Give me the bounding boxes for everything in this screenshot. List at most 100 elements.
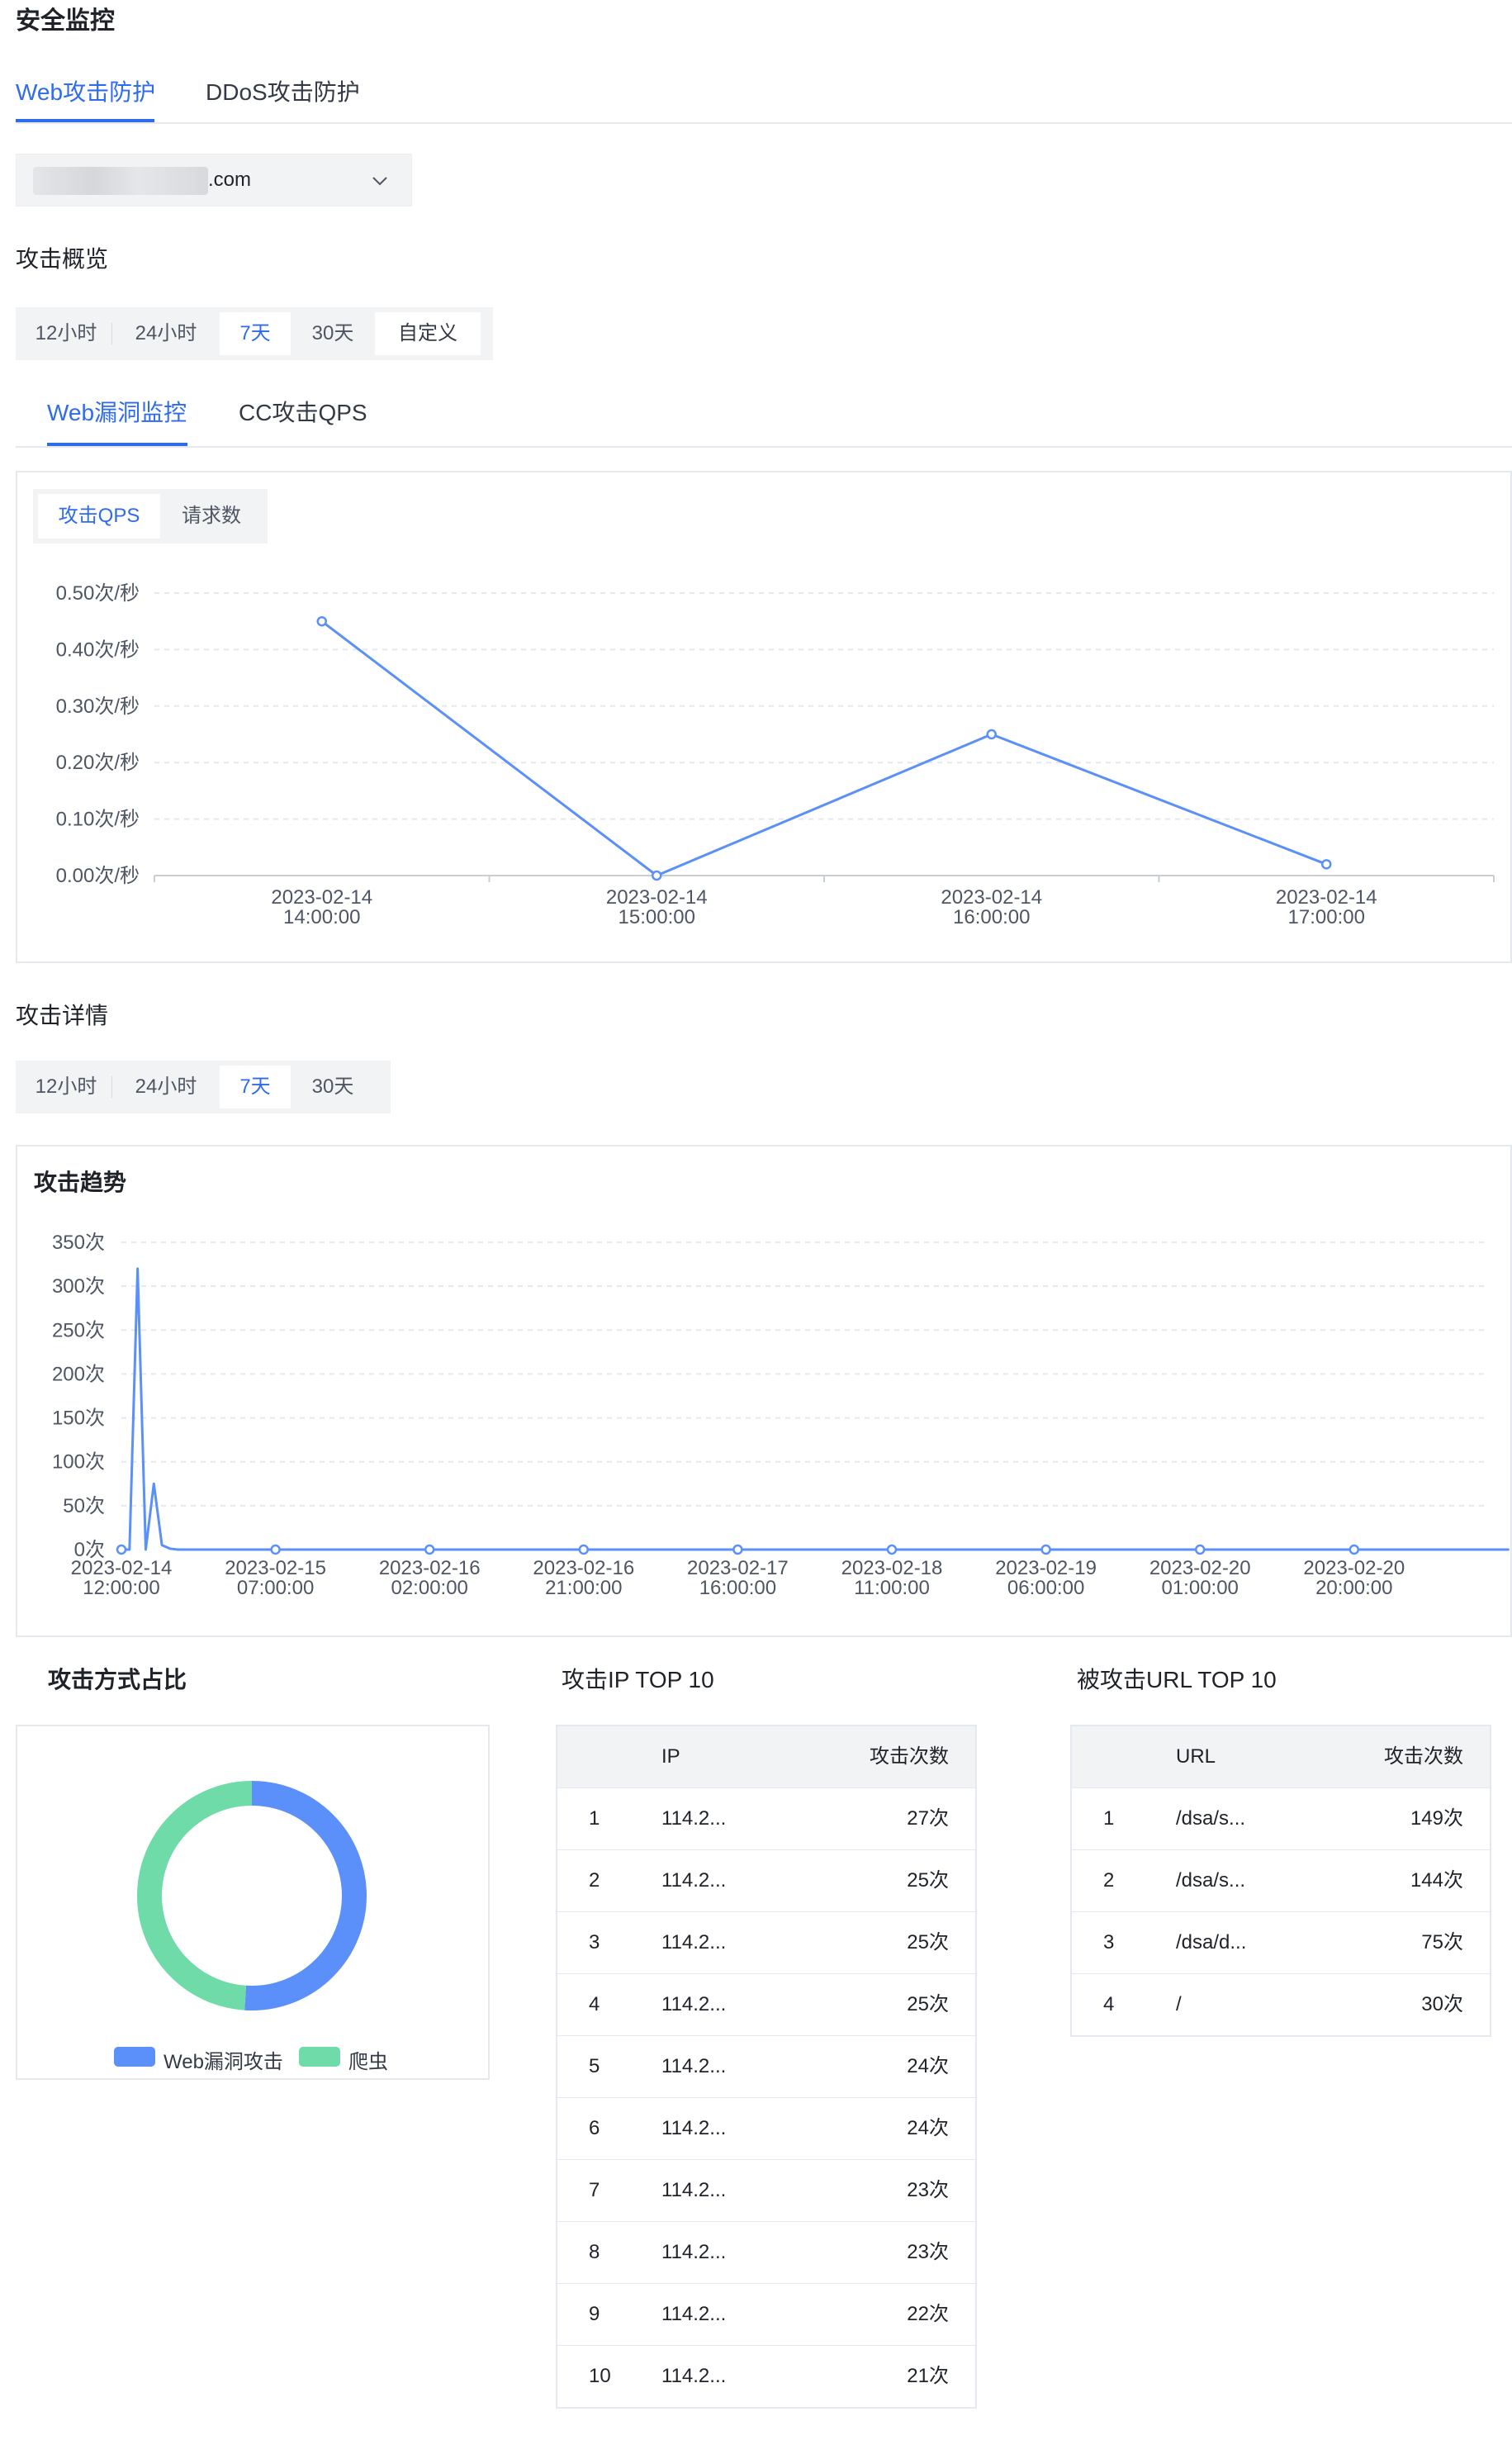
y-tick-label: 0.50次/秒 (56, 582, 140, 605)
data-point (1040, 1544, 1051, 1555)
metric-request-count[interactable]: 请求数 (160, 494, 263, 539)
range-custom[interactable]: 自定义 (375, 312, 481, 355)
y-tick-label: 0.00次/秒 (56, 865, 140, 887)
rank-cell: 7 (589, 2179, 600, 2201)
trend-series-line (121, 1267, 1510, 1551)
x-tick-label: 02:00:00 (391, 1577, 467, 1599)
count-cell: 149次 (1410, 1807, 1463, 1830)
rank-cell: 3 (1103, 1931, 1115, 1953)
range-30d[interactable]: 30天 (291, 1066, 375, 1108)
x-tick-label: 2023-02-14 (71, 1557, 173, 1579)
value-cell: 114.2... (661, 2241, 727, 2263)
count-cell: 144次 (1410, 1869, 1463, 1892)
count-cell: 75次 (1421, 1931, 1463, 1953)
table-row[interactable]: 7 114.2... 23次 (557, 2160, 975, 2222)
url-table: URL 攻击次数 1/dsa/s... 149次 2/dsa/s... 144次 3/d… (1070, 1725, 1491, 2037)
data-point (316, 615, 327, 627)
table-row[interactable]: 8 114.2... 23次 (557, 2222, 975, 2284)
value-cell: 114.2... (661, 1869, 727, 1892)
x-tick-label: 2023-02-14 (271, 886, 372, 909)
range-24h[interactable]: 24小时 (112, 312, 220, 355)
data-point (652, 870, 662, 881)
count-cell: 23次 (907, 2179, 949, 2201)
column-header-count: 攻击次数 (1384, 1745, 1463, 1768)
x-tick-label: 21:00:00 (545, 1577, 622, 1599)
range-7d[interactable]: 7天 (220, 312, 291, 355)
rank-cell: 10 (589, 2365, 611, 2387)
x-tick-label: 2023-02-19 (995, 1557, 1097, 1579)
range-7d[interactable]: 7天 (220, 1066, 291, 1108)
table-row[interactable]: 5 114.2... 24次 (557, 2036, 975, 2098)
count-cell: 30次 (1421, 1993, 1463, 2015)
blurred-domain-name (33, 167, 208, 195)
top-tabs: Web攻击防护 DDoS攻击防护 (16, 73, 1512, 124)
x-tick-label: 12:00:00 (83, 1577, 159, 1599)
x-tick-label: 07:00:00 (237, 1577, 314, 1599)
y-tick-label: 0.10次/秒 (56, 809, 140, 831)
table-row[interactable]: 1 114.2... 27次 (557, 1788, 975, 1850)
table-row[interactable]: 2 114.2... 25次 (557, 1850, 975, 1912)
legend-label-crawler: 爬虫 (348, 2051, 388, 2073)
x-tick-label: 2023-02-14 (1276, 886, 1377, 909)
overview-time-range: 12小时 24小时 7天 30天 自定义 (16, 307, 493, 360)
attack-type-donut (137, 1781, 367, 2010)
tab-web-attack-protection[interactable]: Web攻击防护 (16, 73, 155, 112)
x-tick-label: 16:00:00 (953, 906, 1030, 928)
data-point (424, 1544, 435, 1555)
table-row[interactable]: 9 114.2... 22次 (557, 2284, 975, 2346)
count-cell: 25次 (907, 1869, 949, 1892)
data-point (116, 1544, 127, 1555)
active-subtab-indicator (47, 443, 187, 446)
metric-attack-qps[interactable]: 攻击QPS (38, 494, 160, 539)
rank-cell: 5 (589, 2055, 600, 2077)
table-row[interactable]: 10 114.2... 21次 (557, 2346, 975, 2407)
count-cell: 23次 (907, 2241, 949, 2263)
table-row[interactable]: 1/dsa/s... 149次 (1072, 1788, 1490, 1850)
domain-suffix: .com (208, 169, 252, 191)
rank-cell: 8 (589, 2241, 600, 2263)
range-12h[interactable]: 12小时 (21, 1066, 111, 1108)
x-tick-label: 01:00:00 (1161, 1577, 1238, 1599)
x-tick-label: 2023-02-14 (941, 886, 1042, 909)
y-tick-label: 300次 (52, 1275, 105, 1298)
ip-table-title: 攻击IP TOP 10 (562, 1667, 714, 1692)
count-cell: 25次 (907, 1993, 949, 2015)
table-row[interactable]: 4 / 30次 (1072, 1974, 1490, 2035)
range-30d[interactable]: 30天 (291, 312, 375, 355)
y-tick-label: 100次 (52, 1451, 105, 1474)
domain-select[interactable]: .com (16, 154, 412, 206)
overview-title: 攻击概览 (16, 246, 109, 272)
x-tick-label: 2023-02-20 (1149, 1557, 1251, 1579)
x-tick-label: 2023-02-15 (225, 1557, 326, 1579)
table-row[interactable]: 3 114.2... 25次 (557, 1912, 975, 1974)
table-row[interactable]: 4 114.2... 25次 (557, 1974, 975, 2036)
y-tick-label: 0.20次/秒 (56, 752, 140, 774)
rank-cell: 3 (589, 1931, 600, 1953)
column-header-url: URL (1176, 1745, 1216, 1768)
url-table-title: 被攻击URL TOP 10 (1077, 1667, 1277, 1692)
y-tick-label: 0.30次/秒 (56, 695, 140, 718)
tab-ddos-attack-protection[interactable]: DDoS攻击防护 (206, 73, 360, 112)
value-cell: 114.2... (661, 2055, 727, 2077)
table-row[interactable]: 3/dsa/d... 75次 (1072, 1912, 1490, 1974)
value-cell: 114.2... (661, 2179, 727, 2201)
range-12h[interactable]: 12小时 (21, 312, 111, 355)
rank-cell: 9 (589, 2303, 600, 2325)
value-cell: /dsa/s... (1176, 1807, 1246, 1830)
active-tab-indicator (16, 119, 154, 122)
trend-line-chart: 0次50次100次150次200次250次300次350次 2023-02-14… (52, 1232, 1510, 1599)
rank-cell: 6 (589, 2117, 600, 2139)
table-row[interactable]: 6 114.2... 24次 (557, 2098, 975, 2160)
page-title: 安全监控 (16, 7, 115, 35)
y-tick-label: 350次 (52, 1232, 105, 1254)
value-cell: 114.2... (661, 1807, 727, 1830)
range-24h[interactable]: 24小时 (112, 1066, 220, 1108)
tab-cc-attack-qps[interactable]: CC攻击QPS (239, 395, 367, 431)
tab-web-vuln-monitor[interactable]: Web漏洞监控 (47, 395, 187, 431)
x-tick-label: 06:00:00 (1007, 1577, 1084, 1599)
legend-swatch-web-vuln (114, 2047, 155, 2067)
table-row[interactable]: 2/dsa/s... 144次 (1072, 1850, 1490, 1912)
count-cell: 24次 (907, 2055, 949, 2077)
count-cell: 27次 (907, 1807, 949, 1830)
x-tick-label: 15:00:00 (619, 906, 695, 928)
